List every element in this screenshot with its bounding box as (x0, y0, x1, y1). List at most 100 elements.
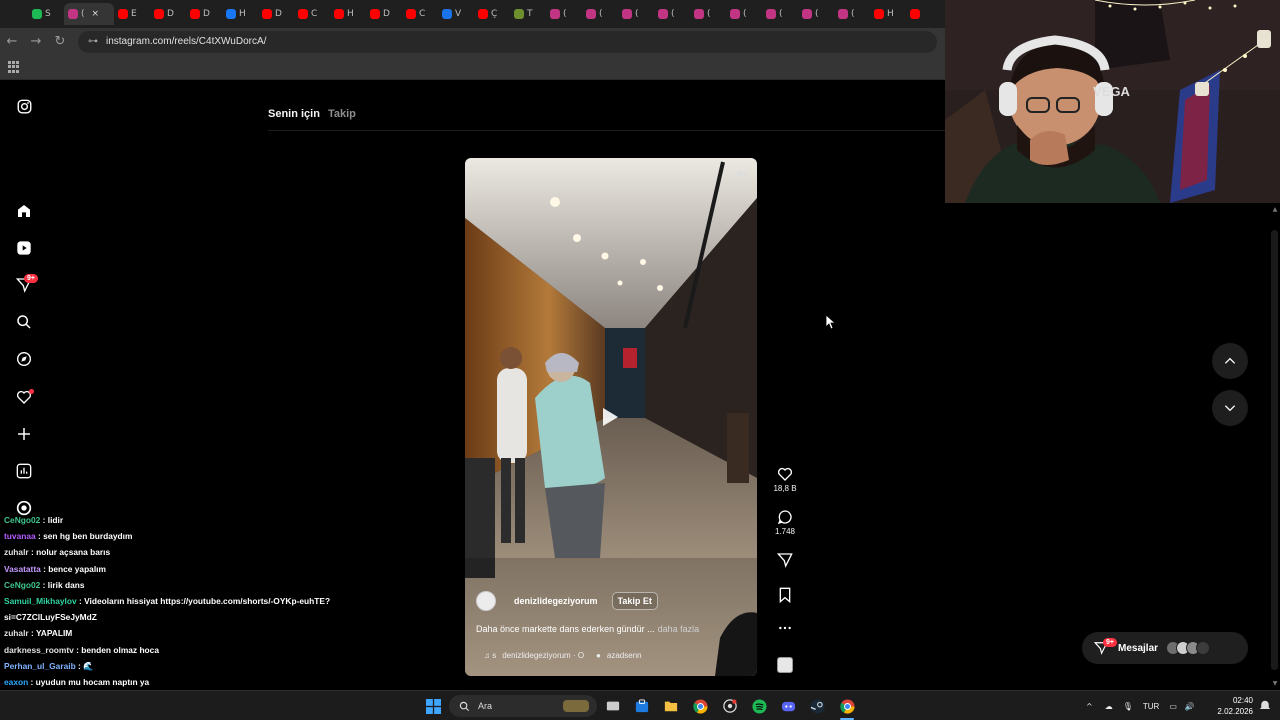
spotify-icon[interactable] (751, 698, 767, 714)
browser-tab[interactable]: C (294, 3, 330, 25)
system-tray: ^ ☁ 🎙 TUR ▭ 🔊 (1086, 691, 1195, 720)
tab-title: ( (779, 9, 783, 19)
instagram-icon (766, 9, 776, 19)
browser-tab[interactable]: Ç (474, 3, 510, 25)
author-name[interactable]: denizlidegeziyorum (514, 596, 598, 606)
audio-author[interactable]: denizlidegeziyorum · O (502, 651, 584, 660)
tab-following[interactable]: Takip (328, 108, 356, 120)
file-explorer-icon[interactable] (663, 698, 679, 714)
browser-tab[interactable]: ( (690, 3, 726, 25)
dashboard-icon[interactable] (14, 461, 34, 481)
address-bar[interactable]: ⊶ instagram.com/reels/C4tXWuDorcA/ (78, 30, 937, 53)
bookmark-icon[interactable] (778, 587, 792, 603)
browser-tab[interactable]: ( (654, 3, 690, 25)
messages-pill-badge: 9+ (1103, 638, 1117, 647)
browser-tab[interactable]: H (870, 3, 906, 25)
youtube-icon (910, 9, 920, 19)
github-icon[interactable] (722, 698, 738, 714)
comment-action[interactable]: 1.748 (775, 509, 795, 536)
tagged-user[interactable]: azadsenn (607, 651, 642, 660)
tab-title: C (311, 9, 318, 19)
mute-icon[interactable] (734, 167, 748, 181)
back-button[interactable]: ← (0, 30, 24, 54)
scroll-up-arrow[interactable]: ▲ (1270, 206, 1280, 216)
scroll-down-arrow[interactable]: ▼ (1270, 680, 1280, 690)
reload-button[interactable]: ↻ (48, 30, 72, 54)
volume-icon[interactable]: 🔊 (1185, 702, 1195, 711)
browser-tab[interactable]: ( (762, 3, 798, 25)
browser-tab[interactable]: T (510, 3, 546, 25)
browser-tab[interactable]: ( (834, 3, 870, 25)
chat-message: Perhan_ul_Garaib : 🌊 (4, 658, 424, 674)
apps-grid-icon[interactable] (8, 61, 20, 73)
browser-tab[interactable]: ( (726, 3, 762, 25)
close-tab-icon[interactable]: × (92, 9, 100, 19)
home-icon[interactable] (14, 201, 34, 221)
browser-tab[interactable]: D (366, 3, 402, 25)
more-link[interactable]: daha fazla (658, 624, 700, 634)
clock[interactable]: 02:40 2.02.2026 (1203, 695, 1253, 717)
browser-tab[interactable]: C (402, 3, 438, 25)
browser-tab[interactable]: ( (618, 3, 654, 25)
network-icon[interactable]: ▭ (1169, 702, 1177, 711)
browser-tab[interactable]: (× (64, 3, 114, 25)
reels-icon[interactable] (14, 238, 34, 258)
task-view-icon[interactable] (605, 698, 621, 714)
browser-tab[interactable]: ( (582, 3, 618, 25)
notification-center-icon[interactable] (1257, 698, 1273, 714)
forward-button[interactable]: → (24, 30, 48, 54)
tray-overflow-icon[interactable]: ^ (1086, 702, 1093, 711)
site-info-icon[interactable]: ⊶ (88, 36, 98, 47)
browser-tab[interactable]: H (222, 3, 258, 25)
share-icon[interactable] (777, 552, 793, 568)
tab-for-you[interactable]: Senin için (268, 108, 320, 120)
chrome-icon[interactable] (692, 698, 708, 714)
audio-thumbnail[interactable] (777, 657, 793, 673)
discord-icon[interactable] (780, 698, 796, 714)
browser-tab[interactable]: D (186, 3, 222, 25)
chevron-up-icon (1224, 357, 1236, 364)
create-icon[interactable] (14, 424, 34, 444)
search-icon[interactable] (14, 312, 34, 332)
chat-username: zuhalr (4, 628, 29, 639)
follow-button[interactable]: Takip Et (611, 592, 658, 610)
taskbar-search[interactable]: Ara (449, 695, 597, 717)
browser-tab[interactable] (906, 3, 942, 25)
like-action[interactable]: 18,8 B (773, 466, 797, 493)
play-icon[interactable] (603, 408, 618, 426)
messages-pill[interactable]: 9+ Mesajlar (1082, 632, 1248, 664)
more-icon[interactable] (777, 620, 793, 636)
browser-tab[interactable]: ( (546, 3, 582, 25)
more-options-action[interactable] (775, 620, 795, 636)
windows-start-icon[interactable] (425, 698, 441, 714)
browser-tab[interactable]: D (150, 3, 186, 25)
reel-video[interactable]: denizlidegeziyorum Takip Et Daha önce ma… (465, 158, 757, 676)
heart-icon[interactable] (777, 466, 793, 482)
browser-tab[interactable]: H (330, 3, 366, 25)
previous-reel-button[interactable] (1212, 343, 1248, 379)
author-avatar[interactable] (476, 591, 496, 611)
browser-tab[interactable]: S (28, 3, 64, 25)
chrome-active-icon[interactable] (839, 698, 855, 714)
microsoft-store-icon[interactable] (634, 698, 650, 714)
browser-tab[interactable]: E (114, 3, 150, 25)
tab-title: D (275, 9, 282, 19)
browser-tab[interactable]: V (438, 3, 474, 25)
tab-title: E (131, 9, 137, 19)
steam-icon[interactable] (809, 698, 825, 714)
browser-tab[interactable]: D (258, 3, 294, 25)
cloud-icon[interactable]: ☁ (1105, 702, 1113, 711)
comment-icon[interactable] (777, 509, 793, 525)
instagram-icon (68, 9, 78, 19)
share-action[interactable] (775, 552, 795, 568)
language-indicator[interactable]: TUR (1143, 702, 1159, 711)
scrollbar-thumb[interactable] (1271, 230, 1278, 670)
next-reel-button[interactable] (1212, 390, 1248, 426)
instagram-icon[interactable] (14, 96, 34, 116)
chat-username: tuvanaa (4, 531, 36, 542)
browser-tab[interactable]: ( (798, 3, 834, 25)
save-action[interactable] (775, 587, 795, 603)
explore-icon[interactable] (14, 349, 34, 369)
microphone-icon[interactable]: 🎙 (1123, 702, 1133, 711)
chat-text: : bence yapalım (40, 563, 106, 574)
